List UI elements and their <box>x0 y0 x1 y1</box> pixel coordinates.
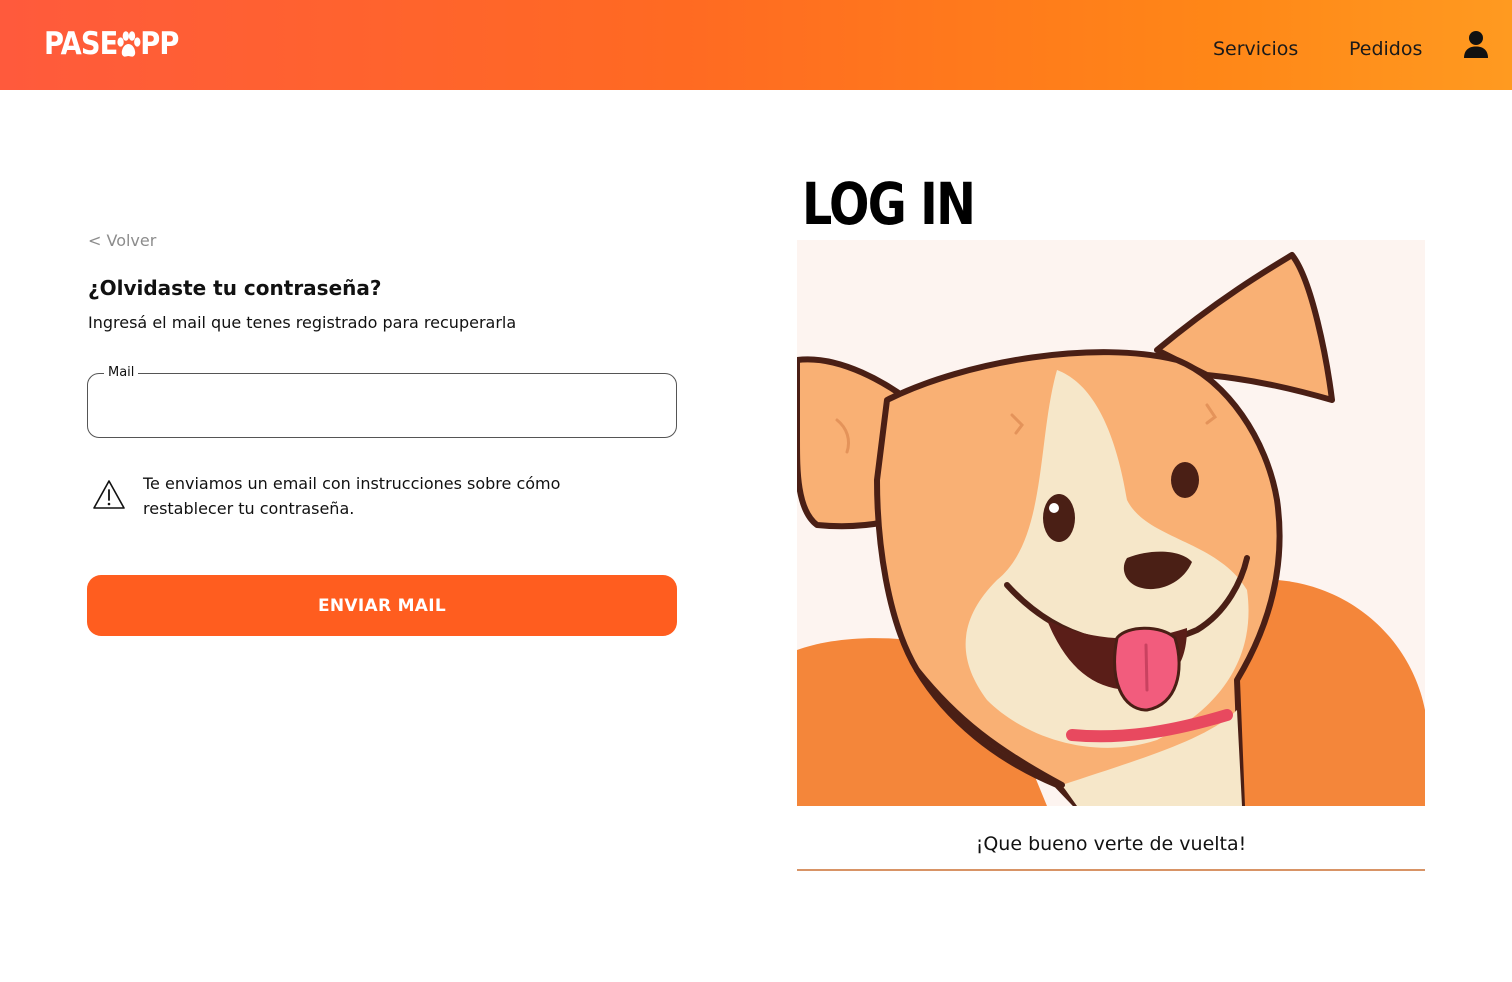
logo-text-pre: PASE <box>44 26 118 62</box>
welcome-text: ¡Que bueno verte de vuelta! <box>975 833 1247 855</box>
dog-illustration <box>797 240 1425 806</box>
user-icon <box>1464 31 1488 58</box>
nav-pedidos-link[interactable]: Pedidos <box>1349 34 1422 64</box>
brand-logo[interactable]: PASE PP <box>44 26 197 62</box>
logo-wordmark: PASE PP <box>44 26 179 62</box>
page-subtitle: Ingresá el mail que tenes registrado par… <box>88 313 517 332</box>
welcome-divider <box>797 869 1425 871</box>
page-title: ¿Olvidaste tu contraseña? <box>88 276 382 300</box>
notice-text: Te enviamos un email con instrucciones s… <box>143 474 561 518</box>
paw-icon <box>117 30 141 57</box>
mail-field: Mail <box>87 364 677 438</box>
warning-icon <box>93 480 125 509</box>
mail-input[interactable] <box>88 374 676 437</box>
login-heading: LOG IN <box>802 170 976 238</box>
nav-servicios-link[interactable]: Servicios <box>1213 34 1298 64</box>
top-navbar: PASE PP Servicios Pedidos <box>0 0 1512 90</box>
send-mail-button[interactable]: ENVIAR MAIL <box>87 575 677 636</box>
back-link[interactable]: < Volver <box>88 229 156 253</box>
logo-text-post: PP <box>140 26 179 62</box>
user-account-button[interactable] <box>1462 30 1490 60</box>
